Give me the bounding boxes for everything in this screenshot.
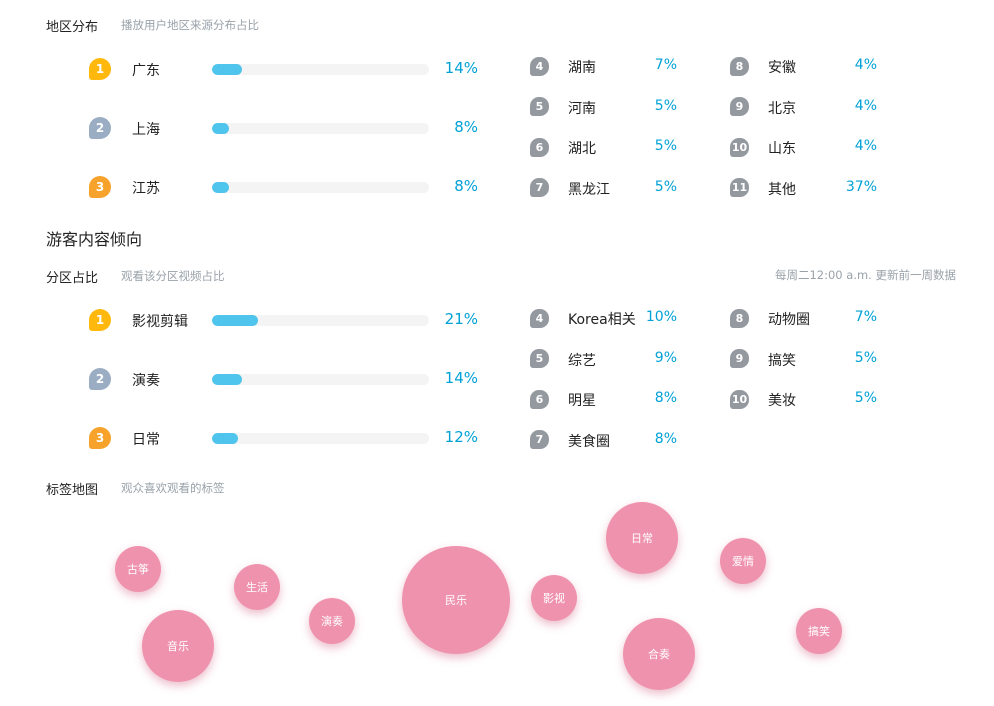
tag-bubble[interactable]: 搞笑: [796, 608, 842, 654]
region-percent: 37%: [845, 178, 877, 195]
progress-fill: [212, 374, 243, 385]
zone-name: Korea相关: [568, 312, 636, 328]
zone-name: 演奏: [132, 373, 160, 389]
rank-badge: 3: [89, 176, 111, 198]
region-name: 江苏: [132, 181, 160, 197]
region-section-title: 地区分布: [46, 20, 99, 35]
zone-percent: 10%: [645, 309, 677, 325]
region-name: 湖南: [568, 60, 596, 76]
content-tendency-title: 游客内容倾向: [46, 230, 143, 249]
rank-badge: 1: [89, 309, 111, 331]
region-name: 上海: [132, 122, 160, 138]
rank-badge: 1: [89, 58, 111, 80]
rank-badge: 6: [530, 137, 549, 157]
rank-badge: 5: [530, 349, 549, 368]
zone-percent: 9%: [654, 349, 677, 366]
rank-badge: 8: [730, 308, 749, 328]
region-percent: 4%: [854, 97, 877, 114]
rank-badge: 9: [730, 349, 749, 368]
region-percent: 5%: [654, 178, 677, 195]
rank-badge: 7: [530, 430, 549, 449]
zone-percent: 5%: [854, 349, 877, 366]
tag-bubble[interactable]: 古筝: [115, 546, 161, 592]
rank-badge: 9: [730, 97, 749, 116]
update-note: 每周二12:00 a.m. 更新前一周数据: [774, 268, 956, 282]
zone-name: 综艺: [568, 352, 596, 369]
region-section-subtitle: 播放用户地区来源分布占比: [121, 18, 259, 32]
tag-bubble[interactable]: 合奏: [623, 618, 695, 690]
rank-badge: 6: [530, 389, 549, 409]
zone-percent: 8%: [654, 430, 677, 447]
zone-percent: 21%: [444, 310, 478, 328]
zone-name: 日常: [132, 432, 160, 448]
rank-badge: 11: [730, 178, 749, 197]
region-name: 河南: [568, 100, 596, 117]
tag-bubble[interactable]: 民乐: [402, 546, 510, 654]
progress-track: [212, 182, 429, 193]
rank-badge: 10: [730, 389, 749, 409]
zone-section-subtitle: 观看该分区视频占比: [121, 269, 225, 283]
progress-track: [212, 64, 429, 75]
zone-percent: 5%: [854, 390, 877, 406]
zone-name: 搞笑: [768, 352, 796, 369]
rank-badge: 8: [730, 56, 749, 76]
zone-name: 明星: [568, 393, 596, 409]
region-percent: 5%: [654, 97, 677, 114]
tag-map-title: 标签地图: [46, 483, 99, 498]
zone-name: 美食圈: [568, 433, 610, 450]
region-name: 黑龙江: [568, 181, 610, 198]
zone-percent: 14%: [444, 369, 478, 387]
zone-percent: 12%: [444, 428, 478, 446]
zone-name: 影视剪辑: [132, 314, 188, 330]
rank-badge: 10: [730, 137, 749, 157]
progress-fill: [212, 64, 243, 75]
region-percent: 14%: [444, 59, 478, 77]
region-name: 其他: [768, 181, 796, 198]
region-name: 安徽: [768, 60, 796, 76]
zone-name: 动物圈: [768, 312, 810, 328]
tag-bubble[interactable]: 音乐: [142, 610, 214, 682]
region-percent: 4%: [854, 138, 877, 154]
rank-badge: 4: [530, 56, 549, 76]
tag-bubble[interactable]: 日常: [606, 502, 678, 574]
rank-badge: 4: [530, 308, 549, 328]
zone-section-title: 分区占比: [46, 271, 99, 286]
region-percent: 8%: [454, 177, 478, 195]
region-name: 山东: [768, 141, 796, 157]
region-percent: 7%: [654, 57, 677, 73]
rank-badge: 5: [530, 97, 549, 116]
zone-percent: 8%: [654, 390, 677, 406]
progress-fill: [212, 433, 239, 444]
progress-fill: [212, 123, 230, 134]
tag-bubble[interactable]: 生活: [234, 564, 280, 610]
region-percent: 8%: [454, 118, 478, 136]
region-name: 湖北: [568, 141, 596, 157]
region-name: 北京: [768, 100, 796, 117]
progress-track: [212, 374, 429, 385]
tag-bubble[interactable]: 演奏: [309, 598, 355, 644]
tag-map-subtitle: 观众喜欢观看的标签: [121, 481, 225, 495]
rank-badge: 2: [89, 368, 111, 390]
zone-name: 美妆: [768, 393, 796, 409]
rank-badge: 3: [89, 427, 111, 449]
region-name: 广东: [132, 63, 160, 79]
rank-badge: 7: [530, 178, 549, 197]
progress-track: [212, 433, 429, 444]
tag-bubble[interactable]: 爱情: [720, 538, 766, 584]
progress-fill: [212, 182, 230, 193]
rank-badge: 2: [89, 117, 111, 139]
tag-bubble[interactable]: 影视: [531, 575, 577, 621]
progress-fill: [212, 315, 258, 326]
zone-percent: 7%: [854, 309, 877, 325]
region-percent: 4%: [854, 57, 877, 73]
progress-track: [212, 123, 429, 134]
progress-track: [212, 315, 429, 326]
region-percent: 5%: [654, 138, 677, 154]
